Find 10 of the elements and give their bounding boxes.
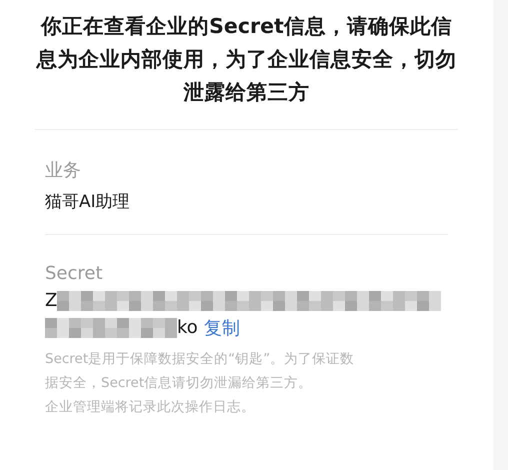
note-text: 企业管理端将记录此次操作日志。 [45, 398, 256, 417]
copy-link[interactable]: 复制 [204, 316, 240, 340]
note-text: Secret是用于保障数据安全的“钥匙”。为了保证数 [45, 350, 356, 369]
secret-value: ko [177, 317, 198, 338]
warning-heading: 你正在查看企业的Secret信息，请确保此信息为企业内部使用，为了企业信息安全，切勿泄露给第三方 [35, 10, 458, 130]
field-label: Secret [45, 262, 104, 286]
note-text: 据安全，Secret信息请切勿泄漏给第三方。 [45, 374, 314, 393]
field-value: 猫哥AI助理 [45, 191, 131, 214]
secret-value: Z [45, 290, 58, 311]
field-label: 业务 [45, 159, 82, 183]
